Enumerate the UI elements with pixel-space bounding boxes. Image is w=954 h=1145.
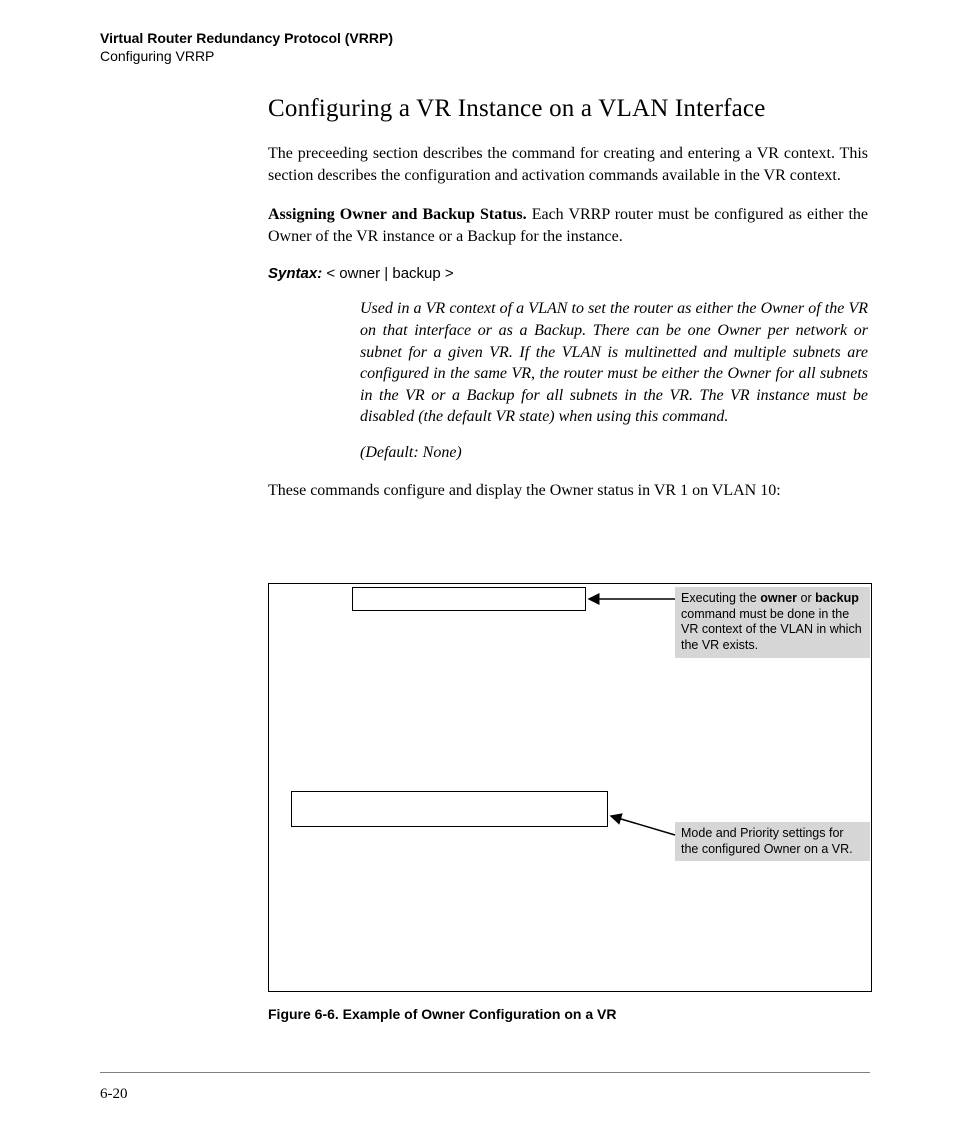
page-number: 6-20 — [100, 1086, 128, 1103]
run-in-heading: Assigning Owner and Backup Status. — [268, 206, 527, 223]
callout-text: or — [797, 591, 815, 605]
arrow-bottom — [611, 816, 675, 835]
main-content: Configuring a VR Instance on a VLAN Inte… — [268, 95, 868, 520]
running-header-title: Virtual Router Redundancy Protocol (VRRP… — [100, 30, 393, 48]
page: Virtual Router Redundancy Protocol (VRRP… — [0, 0, 954, 1145]
footer-rule — [100, 1072, 870, 1073]
running-header-subtitle: Configuring VRRP — [100, 48, 393, 66]
syntax-line: Syntax: < owner | backup > — [268, 265, 868, 282]
syntax-description: Used in a VR context of a VLAN to set th… — [360, 298, 868, 428]
callout-bold-owner: owner — [760, 591, 797, 605]
syntax-command: < owner | backup > — [322, 265, 453, 282]
callout-text: Executing the — [681, 591, 760, 605]
figure-highlight-box-top — [352, 587, 586, 611]
assign-paragraph: Assigning Owner and Backup Status. Each … — [268, 204, 868, 247]
syntax-default: (Default: None) — [360, 444, 868, 462]
figure-frame: Executing the owner or backup command mu… — [268, 583, 872, 992]
intro-paragraph: The preceeding section describes the com… — [268, 143, 868, 186]
example-intro-paragraph: These commands configure and display the… — [268, 480, 868, 502]
figure: Executing the owner or backup command mu… — [268, 583, 872, 1022]
figure-callout-top: Executing the owner or backup command mu… — [675, 587, 870, 658]
callout-text: command must be done in the VR context o… — [681, 607, 862, 652]
figure-highlight-box-bottom — [291, 791, 608, 827]
syntax-block: Syntax: < owner | backup > Used in a VR … — [268, 265, 868, 462]
section-heading: Configuring a VR Instance on a VLAN Inte… — [268, 95, 868, 123]
figure-caption: Figure 6-6. Example of Owner Configurati… — [268, 1006, 872, 1022]
figure-callout-bottom: Mode and Priority settings for the confi… — [675, 822, 870, 861]
running-header: Virtual Router Redundancy Protocol (VRRP… — [100, 30, 393, 65]
syntax-label: Syntax: — [268, 265, 322, 282]
callout-bold-backup: backup — [815, 591, 859, 605]
